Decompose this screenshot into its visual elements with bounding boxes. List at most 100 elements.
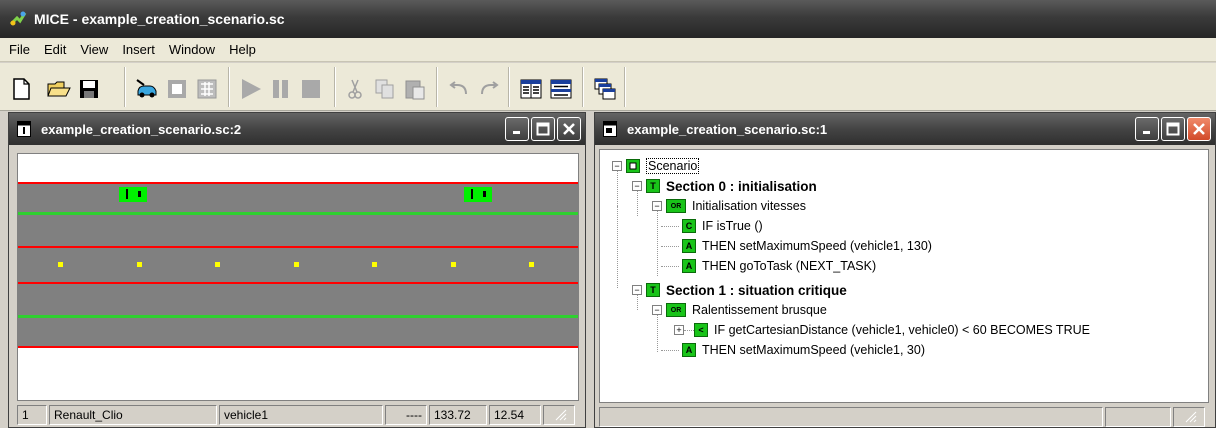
close-button[interactable] — [1187, 117, 1211, 141]
menu-window[interactable]: Window — [162, 40, 222, 59]
status-speed: 12.54 — [489, 405, 541, 425]
stop-icon — [302, 80, 320, 98]
menu-file[interactable]: File — [2, 40, 37, 59]
task-node-icon: T — [646, 283, 660, 297]
minimize-icon — [1143, 131, 1150, 134]
grid-icon — [197, 79, 217, 99]
save-button[interactable] — [76, 76, 102, 102]
new-file-button[interactable] — [8, 76, 34, 102]
copy-button[interactable] — [372, 76, 398, 102]
cut-button[interactable] — [342, 76, 368, 102]
collapse-toggle[interactable]: − — [632, 285, 642, 295]
collapse-toggle[interactable]: − — [612, 161, 622, 171]
close-button[interactable] — [557, 117, 581, 141]
lane-line — [18, 246, 578, 248]
paste-icon — [405, 80, 425, 100]
resize-grip-icon — [1185, 411, 1197, 423]
lane-line — [18, 346, 578, 348]
status-position: 133.72 — [429, 405, 487, 425]
road-canvas[interactable] — [17, 153, 579, 401]
play-icon — [242, 79, 261, 99]
stop-button[interactable] — [298, 76, 324, 102]
resize-grip[interactable] — [543, 405, 575, 425]
status-vehicle-model: Renault_Clio — [49, 405, 217, 425]
tree-node-condition[interactable]: < IF getCartesianDistance (vehicle1, veh… — [694, 320, 1090, 340]
redo-icon — [481, 81, 499, 95]
condition-node-icon: C — [682, 219, 696, 233]
maximize-icon — [536, 122, 550, 136]
tree-node-label: THEN goToTask (NEXT_TASK) — [702, 259, 877, 273]
menu-insert[interactable]: Insert — [115, 40, 162, 59]
close-icon — [1193, 123, 1205, 135]
tree-node-action[interactable]: A THEN setMaximumSpeed (vehicle1, 130) — [682, 236, 932, 256]
tile-horizontal-icon — [550, 79, 572, 99]
scenario-tree-titlebar[interactable]: example_creation_scenario.sc:1 — [595, 113, 1215, 145]
cascade-button[interactable] — [592, 76, 618, 102]
tree-node-group[interactable]: OR Initialisation vitesses — [666, 196, 806, 216]
action-node-icon: A — [682, 259, 696, 273]
minimize-button[interactable] — [1135, 117, 1159, 141]
new-file-icon — [13, 78, 30, 100]
app-title: MICE - example_creation_scenario.sc — [34, 11, 285, 27]
or-node-icon: OR — [666, 303, 686, 317]
redo-button[interactable] — [476, 76, 502, 102]
play-button[interactable] — [238, 76, 264, 102]
vehicle-marker[interactable] — [464, 187, 492, 202]
tree-node-scenario[interactable]: Scenario — [626, 156, 700, 176]
document-icon — [17, 121, 31, 137]
scenario-tree-statusbar — [599, 407, 1209, 427]
paste-button[interactable] — [402, 76, 428, 102]
resize-grip[interactable] — [1173, 407, 1205, 427]
road-view-titlebar[interactable]: example_creation_scenario.sc:2 — [9, 113, 585, 145]
scenario-tree[interactable]: − − − − − + Scenario T Section 0 : initi… — [599, 149, 1209, 403]
maximize-button[interactable] — [1161, 117, 1185, 141]
cascade-icon — [594, 78, 616, 100]
menu-help[interactable]: Help — [222, 40, 263, 59]
collapse-toggle[interactable]: − — [652, 305, 662, 315]
expand-toggle[interactable]: + — [674, 325, 684, 335]
tree-node-condition[interactable]: C IF isTrue () — [682, 216, 763, 236]
lane-marker — [529, 262, 534, 267]
stop-square-icon — [168, 80, 186, 98]
tree-node-section[interactable]: T Section 1 : situation critique — [646, 280, 847, 300]
task-node-icon: T — [646, 179, 660, 193]
undo-button[interactable] — [446, 76, 472, 102]
tree-node-action[interactable]: A THEN setMaximumSpeed (vehicle1, 30) — [682, 340, 925, 360]
toolbar — [0, 63, 1216, 111]
tree-node-label: Scenario — [646, 158, 700, 174]
tree-node-label: Ralentissement brusque — [692, 303, 827, 317]
pause-button[interactable] — [268, 76, 294, 102]
close-icon — [563, 123, 575, 135]
pause-icon — [273, 80, 288, 98]
menu-view[interactable]: View — [73, 40, 115, 59]
vehicle-button[interactable] — [134, 76, 160, 102]
tree-node-group[interactable]: OR Ralentissement brusque — [666, 300, 827, 320]
lane-marker — [294, 262, 299, 267]
stop-square-button[interactable] — [164, 76, 190, 102]
status-placeholder: ---- — [385, 405, 427, 425]
tree-node-section[interactable]: T Section 0 : initialisation — [646, 176, 817, 196]
undo-icon — [449, 81, 467, 95]
cut-icon — [348, 79, 362, 99]
tile-vertical-icon — [520, 79, 542, 99]
minimize-button[interactable] — [505, 117, 529, 141]
lane-marker — [58, 262, 63, 267]
lane-marker — [451, 262, 456, 267]
status-vehicle-index: 1 — [17, 405, 47, 425]
scenario-tree-window: example_creation_scenario.sc:1 − − − − −… — [594, 112, 1216, 428]
maximize-button[interactable] — [531, 117, 555, 141]
vehicle-marker[interactable] — [119, 187, 147, 202]
tile-horizontal-button[interactable] — [548, 76, 574, 102]
open-button[interactable] — [46, 76, 72, 102]
status-vehicle-id: vehicle1 — [219, 405, 383, 425]
lane-line — [18, 212, 578, 215]
road-view-window: example_creation_scenario.sc:2 1 Renault… — [8, 112, 586, 428]
app-titlebar: MICE - example_creation_scenario.sc — [0, 0, 1216, 38]
tile-vertical-button[interactable] — [518, 76, 544, 102]
tree-node-label: IF isTrue () — [702, 219, 763, 233]
collapse-toggle[interactable]: − — [632, 181, 642, 191]
tree-node-action[interactable]: A THEN goToTask (NEXT_TASK) — [682, 256, 876, 276]
grid-button[interactable] — [194, 76, 220, 102]
menu-edit[interactable]: Edit — [37, 40, 73, 59]
collapse-toggle[interactable]: − — [652, 201, 662, 211]
